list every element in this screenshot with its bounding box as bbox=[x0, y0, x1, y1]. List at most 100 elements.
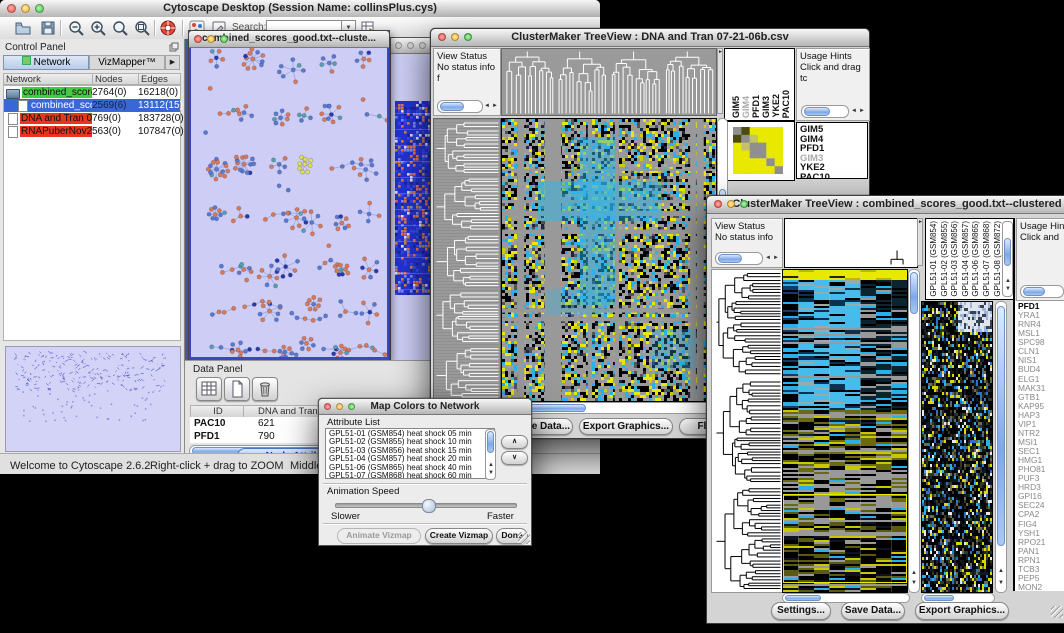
close-button[interactable] bbox=[194, 35, 202, 43]
network1-titlebar[interactable]: combined_scores_good.txt--cluste... bbox=[189, 31, 389, 48]
main-titlebar[interactable]: Cytoscape Desktop (Session Name: collins… bbox=[0, 0, 600, 18]
zoom-button[interactable] bbox=[419, 42, 426, 49]
scroll-down-icon[interactable]: ▼ bbox=[488, 470, 494, 476]
tv2-global-heatmap[interactable] bbox=[921, 301, 993, 593]
tv2-gene-labels[interactable]: PFD1YRA1RNR4MSL1SPC98CLN1NIS1BUD4ELG1MAK… bbox=[1015, 301, 1064, 591]
tv2-labels-scrollbar[interactable]: ▲ ▼ bbox=[1002, 221, 1013, 297]
tv1-array-dendrogram[interactable] bbox=[501, 48, 717, 116]
tv2-hints-scrollbar[interactable] bbox=[1020, 285, 1064, 298]
resize-grip[interactable] bbox=[518, 532, 530, 544]
minimize-button[interactable] bbox=[207, 35, 215, 43]
minimize-button[interactable] bbox=[451, 33, 459, 41]
scroll-up-icon[interactable]: ▲ bbox=[911, 570, 917, 576]
zoom-selected-icon[interactable] bbox=[111, 19, 129, 37]
scroll-down-icon[interactable]: ▼ bbox=[1005, 286, 1011, 292]
attribute-item[interactable]: GPL51-07 (GSM868) heat shock 60 min bbox=[329, 472, 494, 479]
close-button[interactable] bbox=[438, 33, 446, 41]
col-edges[interactable]: Edges bbox=[139, 73, 181, 85]
close-button[interactable] bbox=[395, 42, 402, 49]
tv1-export-graphics-button[interactable]: Export Graphics... bbox=[579, 418, 673, 435]
col-nodes[interactable]: Nodes bbox=[93, 73, 139, 85]
tv1-mini-heatmap[interactable] bbox=[733, 127, 783, 174]
animate-vizmap-button[interactable]: Animate Vizmap bbox=[337, 528, 421, 544]
tv1-splitter[interactable]: ► bbox=[717, 48, 723, 114]
tv2-export-graphics-button[interactable]: Export Graphics... bbox=[915, 602, 1009, 620]
scroll-down-icon[interactable]: ▼ bbox=[998, 580, 1004, 586]
tv2-status-scrollbar[interactable] bbox=[715, 252, 763, 265]
scroll-up-icon[interactable]: ▲ bbox=[488, 462, 494, 468]
tv1-hscrollbar[interactable] bbox=[501, 402, 717, 414]
close-button[interactable] bbox=[324, 403, 331, 410]
move-down-button[interactable]: ∨ bbox=[501, 451, 528, 465]
dialog-titlebar[interactable]: Map Colors to Network bbox=[319, 399, 531, 415]
scroll-left-icon[interactable]: ◄ bbox=[484, 103, 490, 109]
new-file-icon[interactable] bbox=[224, 377, 250, 401]
tv2-splitter[interactable]: ► bbox=[917, 218, 923, 266]
scroll-right-icon[interactable]: ► bbox=[773, 255, 779, 261]
tab-vizmapper[interactable]: VizMapper™ bbox=[89, 55, 165, 70]
network-name: combined_scores bbox=[22, 87, 92, 98]
help-ring-icon[interactable] bbox=[159, 19, 177, 37]
network-nodes: 769(0) bbox=[92, 113, 138, 124]
network2-canvas[interactable] bbox=[395, 101, 435, 295]
zoom-button[interactable] bbox=[740, 200, 748, 208]
open-file-icon[interactable] bbox=[14, 19, 32, 37]
trash-icon[interactable] bbox=[252, 377, 278, 401]
save-icon[interactable] bbox=[39, 19, 57, 37]
zoom-button[interactable] bbox=[464, 33, 472, 41]
minimize-button[interactable] bbox=[727, 200, 735, 208]
network-row[interactable]: RNAPuberNov2+563(0)107847(0) bbox=[4, 125, 180, 138]
close-button[interactable] bbox=[714, 200, 722, 208]
network1-canvas[interactable] bbox=[191, 48, 387, 357]
scroll-right-icon[interactable]: ► bbox=[859, 108, 865, 114]
tv2-global-vscrollbar[interactable]: ▲ ▼ bbox=[995, 301, 1007, 593]
float-panel-icon[interactable] bbox=[169, 42, 179, 52]
tv2-heatmap[interactable] bbox=[782, 269, 908, 593]
create-vizmap-button[interactable]: Create Vizmap bbox=[425, 528, 493, 544]
zoom-out-icon[interactable] bbox=[67, 19, 85, 37]
zoom-fit-icon[interactable] bbox=[133, 19, 151, 37]
network1-title: combined_scores_good.txt--cluste... bbox=[202, 33, 376, 44]
close-button[interactable] bbox=[7, 4, 16, 13]
scroll-down-icon[interactable]: ▼ bbox=[911, 580, 917, 586]
scroll-right-icon[interactable]: ► bbox=[492, 103, 498, 109]
scroll-left-icon[interactable]: ◄ bbox=[765, 255, 771, 261]
attribute-list-scrollbar[interactable]: ▲ ▼ bbox=[485, 429, 496, 480]
zoom-button[interactable] bbox=[348, 403, 355, 410]
zoom-button[interactable] bbox=[220, 35, 228, 43]
slider-thumb[interactable] bbox=[422, 499, 436, 513]
treeview2-titlebar[interactable]: ClusterMaker TreeView : combined_scores_… bbox=[707, 196, 1064, 214]
minimize-button[interactable] bbox=[336, 403, 343, 410]
tab-network[interactable]: Network bbox=[3, 55, 89, 70]
scroll-up-icon[interactable]: ▲ bbox=[1005, 278, 1011, 284]
tv2-settings-button[interactable]: Settings... bbox=[771, 602, 831, 620]
attribute-list[interactable]: GPL51-01 (GSM854) heat shock 05 minGPL51… bbox=[325, 428, 495, 479]
zoom-button[interactable] bbox=[35, 4, 44, 13]
tv2-array-dendrogram[interactable] bbox=[885, 249, 911, 265]
network-row[interactable]: combined_sco2569(6)13112(15) bbox=[4, 99, 180, 112]
tv2-gene-dendrogram[interactable] bbox=[711, 269, 783, 593]
tv1-gene-labels[interactable]: GIM5GIM4PFD1GIM3YKE2PAC10 bbox=[796, 122, 868, 179]
overview-canvas[interactable] bbox=[5, 346, 181, 452]
tv1-gene-dendrogram[interactable] bbox=[433, 118, 501, 402]
animation-speed-slider[interactable] bbox=[335, 503, 517, 508]
tv2-save-data-button[interactable]: Save Data... bbox=[841, 602, 905, 620]
minimize-button[interactable] bbox=[21, 4, 30, 13]
col-network[interactable]: Network bbox=[3, 73, 93, 85]
zoom-in-icon[interactable] bbox=[89, 19, 107, 37]
scroll-up-icon[interactable]: ▲ bbox=[998, 568, 1004, 574]
resize-grip[interactable] bbox=[1051, 606, 1063, 618]
treeview1-titlebar[interactable]: ClusterMaker TreeView : DNA and Tran 07-… bbox=[431, 29, 869, 47]
tv1-status-scrollbar[interactable] bbox=[437, 100, 483, 113]
table-icon[interactable] bbox=[196, 377, 222, 401]
tv1-heatmap[interactable] bbox=[501, 118, 717, 402]
tv1-hints-scrollbar[interactable] bbox=[801, 105, 849, 118]
move-up-button[interactable]: ∧ bbox=[501, 435, 528, 449]
network-row[interactable]: combined_scores2764(0)16218(0) bbox=[4, 86, 180, 99]
network-row[interactable]: DNA and Tran 07769(0)183728(0) bbox=[4, 112, 180, 125]
scroll-left-icon[interactable]: ◄ bbox=[851, 108, 857, 114]
minimize-button[interactable] bbox=[407, 42, 414, 49]
tv1-column-labels[interactable]: GIM5GIM4PFD1GIM3YKE2PAC10 bbox=[724, 48, 795, 121]
tab-overflow-button[interactable]: ▶ bbox=[165, 55, 180, 70]
tv2-vscrollbar[interactable]: ▲ ▼ bbox=[908, 269, 920, 593]
